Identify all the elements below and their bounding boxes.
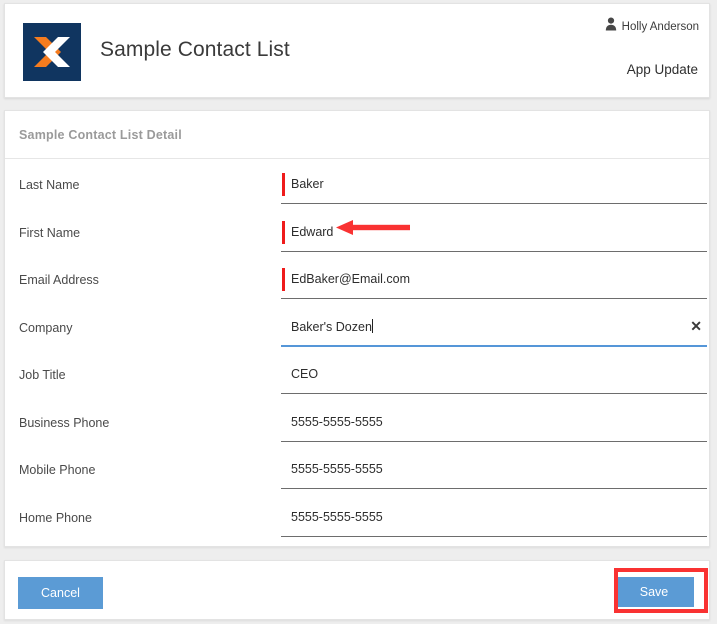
section-title: Sample Contact List Detail (19, 128, 182, 142)
field-value: 5555-5555-5555 (291, 507, 383, 527)
text-caret (372, 319, 373, 333)
required-indicator (282, 221, 285, 244)
field-row: First Name Edward (5, 211, 709, 259)
user-account[interactable]: Holly Anderson (605, 17, 699, 36)
field-value-text: 5555-5555-5555 (291, 415, 383, 429)
field-underline (281, 345, 707, 347)
field-underline (281, 251, 707, 252)
field-label: Mobile Phone (19, 463, 95, 477)
field-row: Business Phone 5555-5555-5555 (5, 401, 709, 449)
field-label: Company (19, 321, 73, 335)
field-value: CEO (291, 364, 318, 384)
field-underline (281, 393, 707, 394)
contact-field-list: Last Name Baker First Name Edward Email Addr… (5, 163, 709, 543)
user-name-label: Holly Anderson (622, 21, 699, 33)
field-input[interactable]: 5555-5555-5555 (281, 504, 707, 537)
field-row: Email Address EdBaker@Email.com (5, 258, 709, 306)
field-value: EdBaker@Email.com (291, 269, 410, 289)
field-input[interactable]: Edward (281, 219, 707, 252)
field-input[interactable]: Baker's Dozen ✕ (281, 314, 707, 347)
field-label: Job Title (19, 368, 66, 382)
field-value: 5555-5555-5555 (291, 412, 383, 432)
app-update-link[interactable]: App Update (627, 62, 698, 77)
field-input[interactable]: EdBaker@Email.com (281, 266, 707, 299)
user-avatar-icon (605, 17, 617, 36)
field-row: Mobile Phone 5555-5555-5555 (5, 448, 709, 496)
field-input[interactable]: 5555-5555-5555 (281, 456, 707, 489)
field-row: Last Name Baker (5, 163, 709, 211)
field-value-text: 5555-5555-5555 (291, 510, 383, 524)
field-value-text: Baker's Dozen (291, 320, 372, 334)
x-logo-icon (23, 23, 81, 81)
clear-x-icon[interactable]: ✕ (690, 317, 702, 335)
page-title: Sample Contact List (100, 38, 290, 62)
required-indicator (282, 268, 285, 291)
field-value: Baker (291, 174, 324, 194)
field-row: Job Title CEO (5, 353, 709, 401)
save-button[interactable]: Save (614, 577, 694, 607)
field-value-text: CEO (291, 367, 318, 381)
section-divider (5, 158, 709, 159)
field-value-text: 5555-5555-5555 (291, 462, 383, 476)
field-underline (281, 203, 707, 204)
field-value: 5555-5555-5555 (291, 459, 383, 479)
contact-detail-card: Sample Contact List Detail Last Name Bake… (4, 110, 710, 547)
cancel-button[interactable]: Cancel (18, 577, 103, 609)
field-input[interactable]: 5555-5555-5555 (281, 409, 707, 442)
field-label: Business Phone (19, 416, 109, 430)
field-label: Home Phone (19, 511, 92, 525)
app-page: Sample Contact List Holly Anderson App U… (0, 0, 717, 624)
required-indicator (282, 173, 285, 196)
field-underline (281, 488, 707, 489)
field-label: First Name (19, 226, 80, 240)
field-underline (281, 441, 707, 442)
header-card: Sample Contact List Holly Anderson App U… (4, 3, 710, 98)
field-underline (281, 536, 707, 537)
field-row: Company Baker's Dozen ✕ (5, 306, 709, 354)
field-input[interactable]: Baker (281, 171, 707, 204)
field-underline (281, 298, 707, 299)
field-value: Edward (291, 222, 333, 242)
field-input[interactable]: CEO (281, 361, 707, 394)
field-value-text: EdBaker@Email.com (291, 272, 410, 286)
field-row: Home Phone 5555-5555-5555 (5, 496, 709, 544)
field-value: Baker's Dozen (291, 317, 373, 337)
footer-action-bar: Cancel Save (4, 560, 710, 620)
field-value-text: Edward (291, 225, 333, 239)
field-label: Email Address (19, 273, 99, 287)
field-label: Last Name (19, 178, 79, 192)
field-value-text: Baker (291, 177, 324, 191)
